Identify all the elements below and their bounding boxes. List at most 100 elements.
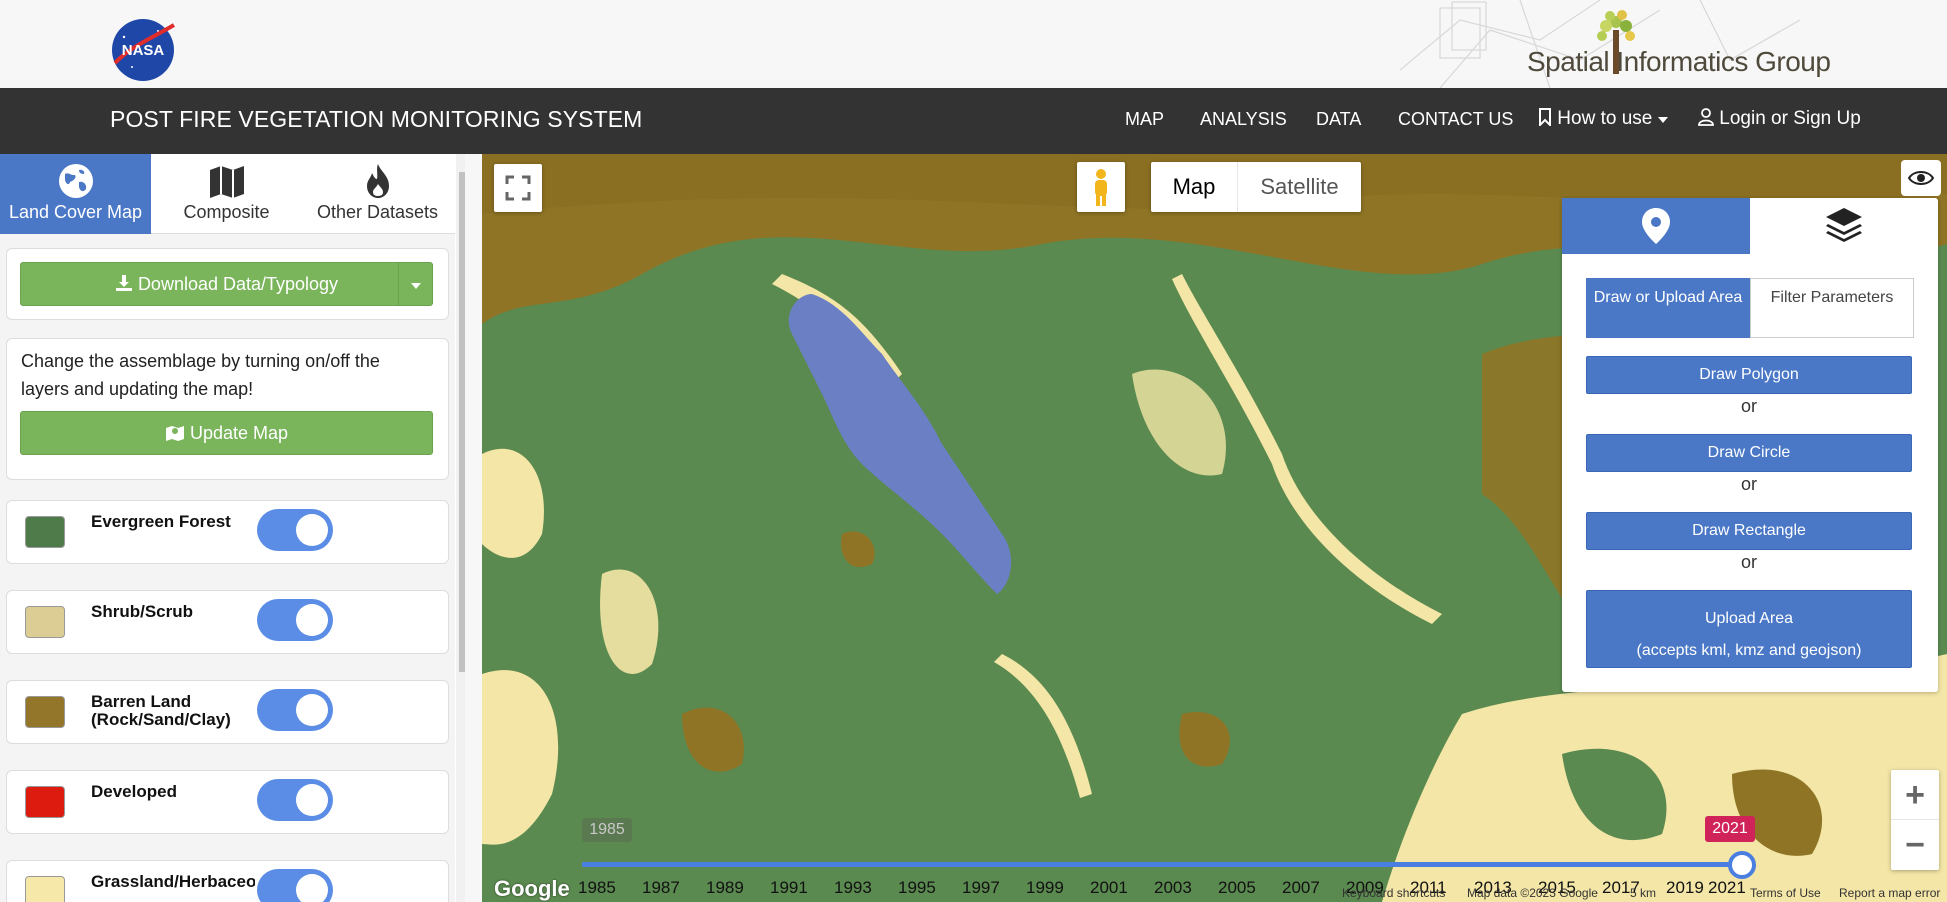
draw-polygon-button[interactable]: Draw Polygon — [1586, 356, 1912, 394]
fire-icon — [366, 164, 389, 198]
layers-icon — [1826, 208, 1862, 242]
nav-login[interactable]: Login or Sign Up — [1698, 108, 1861, 130]
tick-label: 1999 — [1026, 878, 1064, 897]
nav-analysis[interactable]: ANALYSIS — [1200, 109, 1287, 130]
layer-swatch — [25, 606, 65, 638]
tab-draw-area[interactable] — [1562, 198, 1750, 254]
layer-swatch — [25, 516, 65, 548]
draw-area-panel: Draw or Upload Area Filter Parameters Dr… — [1562, 198, 1938, 692]
terms-of-use-link[interactable]: Terms of Use — [1750, 886, 1821, 900]
layer-swatch — [25, 876, 65, 902]
zoom-in-button[interactable]: + — [1891, 770, 1939, 820]
how-to-use-label: How to use — [1557, 108, 1653, 129]
upload-area-label: Upload Area — [1704, 610, 1794, 627]
map-type-map[interactable]: Map — [1151, 162, 1237, 212]
tab-label: Composite — [183, 202, 270, 222]
update-map-button[interactable]: Update Map — [20, 411, 433, 455]
pegman-icon — [1095, 169, 1107, 206]
timeline-track[interactable] — [582, 862, 1740, 867]
timeline-handle[interactable] — [1728, 851, 1756, 879]
tick-label: 1995 — [898, 878, 936, 897]
nav-map[interactable]: MAP — [1125, 109, 1164, 130]
tick-label: 2021 — [1708, 878, 1746, 897]
or-separator: or — [1740, 552, 1757, 572]
tick-label: 1991 — [770, 878, 808, 897]
sidebar: Land Cover Map Composite Other Datasets … — [0, 154, 465, 902]
tick-label: 2005 — [1218, 878, 1256, 897]
tick-label: 2001 — [1090, 878, 1128, 897]
upload-hint: (accepts kml, kmz and geojson) — [1636, 642, 1862, 659]
timeline-min-label: 1985 — [582, 818, 632, 842]
layer-swatch — [25, 786, 65, 818]
layer-toggle[interactable] — [257, 869, 333, 902]
layer-label: Evergreen Forest — [91, 512, 231, 531]
bookmark-icon — [1539, 108, 1551, 128]
map-marker-icon — [165, 426, 184, 441]
login-label: Login or Sign Up — [1719, 108, 1861, 129]
map-scale[interactable]: 5 km — [1630, 886, 1656, 900]
tick-label: 2003 — [1154, 878, 1192, 897]
tick-label: 2019 — [1666, 878, 1704, 897]
street-view-pegman[interactable] — [1077, 162, 1125, 212]
layer-toggle[interactable] — [257, 599, 333, 641]
or-separator: or — [1740, 396, 1757, 416]
tab-composite[interactable]: Composite — [151, 154, 302, 234]
scrollbar-thumb[interactable] — [459, 172, 465, 672]
draw-rectangle-button[interactable]: Draw Rectangle — [1586, 512, 1912, 550]
map-pin-icon — [1642, 208, 1670, 244]
tick-label: 2007 — [1282, 878, 1320, 897]
tab-land-cover-map[interactable]: Land Cover Map — [0, 154, 151, 234]
nav-data[interactable]: DATA — [1316, 109, 1361, 130]
layer-label: Developed — [91, 782, 177, 801]
nasa-logo[interactable]: NASA — [110, 17, 176, 83]
tick-label: 1993 — [834, 878, 872, 897]
sidebar-scrollbar[interactable] — [456, 154, 465, 902]
tab-other-datasets[interactable]: Other Datasets — [302, 154, 453, 234]
fullscreen-icon — [505, 175, 531, 201]
tab-label: Other Datasets — [316, 202, 439, 222]
download-label: Download Data/Typology — [137, 274, 339, 294]
layer-grassland: Grassland/Herbaceous — [6, 860, 449, 902]
eye-icon — [1907, 171, 1935, 185]
layer-shrub-scrub: Shrub/Scrub — [6, 590, 449, 654]
site-title[interactable]: POST FIRE VEGETATION MONITORING SYSTEM — [110, 106, 642, 133]
nav-how-to-use[interactable]: How to use — [1538, 108, 1668, 130]
download-icon — [115, 275, 132, 291]
report-map-error-link[interactable]: Report a map error — [1839, 886, 1940, 900]
layer-toggle[interactable] — [257, 509, 333, 551]
toggle-panel-button[interactable] — [1901, 160, 1941, 196]
map-type-satellite[interactable]: Satellite — [1237, 162, 1361, 212]
download-dropdown-toggle[interactable] — [398, 263, 432, 305]
layer-toggle[interactable] — [257, 779, 333, 821]
logo-band: NASA Spatial Informatics Group — [0, 0, 1947, 88]
svg-text:NASA: NASA — [122, 42, 165, 59]
partner-name: Spatial Informatics Group — [1527, 46, 1831, 77]
zoom-out-button[interactable]: − — [1891, 820, 1939, 870]
layer-toggle[interactable] — [257, 689, 333, 731]
keyboard-shortcuts-link[interactable]: Keyboard shortcuts — [1342, 886, 1445, 900]
zoom-control: + − — [1891, 770, 1939, 870]
layer-barren-land: Barren Land (Rock/Sand/Clay) — [6, 680, 449, 744]
sidebar-panel: Download Data/Typology Change the assemb… — [0, 234, 455, 902]
layer-label: Grassland/Herbaceous — [91, 873, 255, 891]
nav-contact-us[interactable]: CONTACT US — [1398, 109, 1513, 130]
subtab-filter-parameters[interactable]: Filter Parameters — [1750, 278, 1914, 338]
tab-layers[interactable] — [1750, 198, 1938, 254]
download-button[interactable]: Download Data/Typology — [20, 262, 433, 306]
fullscreen-button[interactable] — [494, 164, 542, 212]
layer-swatch — [25, 696, 65, 728]
update-map-label: Update Map — [189, 423, 289, 443]
map-canvas[interactable]: Map Satellite Draw or Upload Area Filter… — [482, 154, 1947, 902]
map-data-attribution: Map data ©2023 Google — [1467, 886, 1598, 900]
globe-icon — [58, 164, 93, 198]
layer-developed: Developed — [6, 770, 449, 834]
google-logo: Google — [494, 876, 570, 901]
sidebar-tabs: Land Cover Map Composite Other Datasets — [0, 154, 455, 234]
draw-circle-button[interactable]: Draw Circle — [1586, 434, 1912, 472]
timeline-selected-year: 2021 — [1705, 816, 1755, 842]
update-card: Change the assemblage by turning on/off … — [6, 338, 449, 480]
tick-label: 1987 — [642, 878, 680, 897]
upload-area-button[interactable]: Upload Area (accepts kml, kmz and geojso… — [1586, 590, 1912, 668]
subtab-draw-upload[interactable]: Draw or Upload Area — [1586, 278, 1750, 338]
tick-label: 1989 — [706, 878, 744, 897]
